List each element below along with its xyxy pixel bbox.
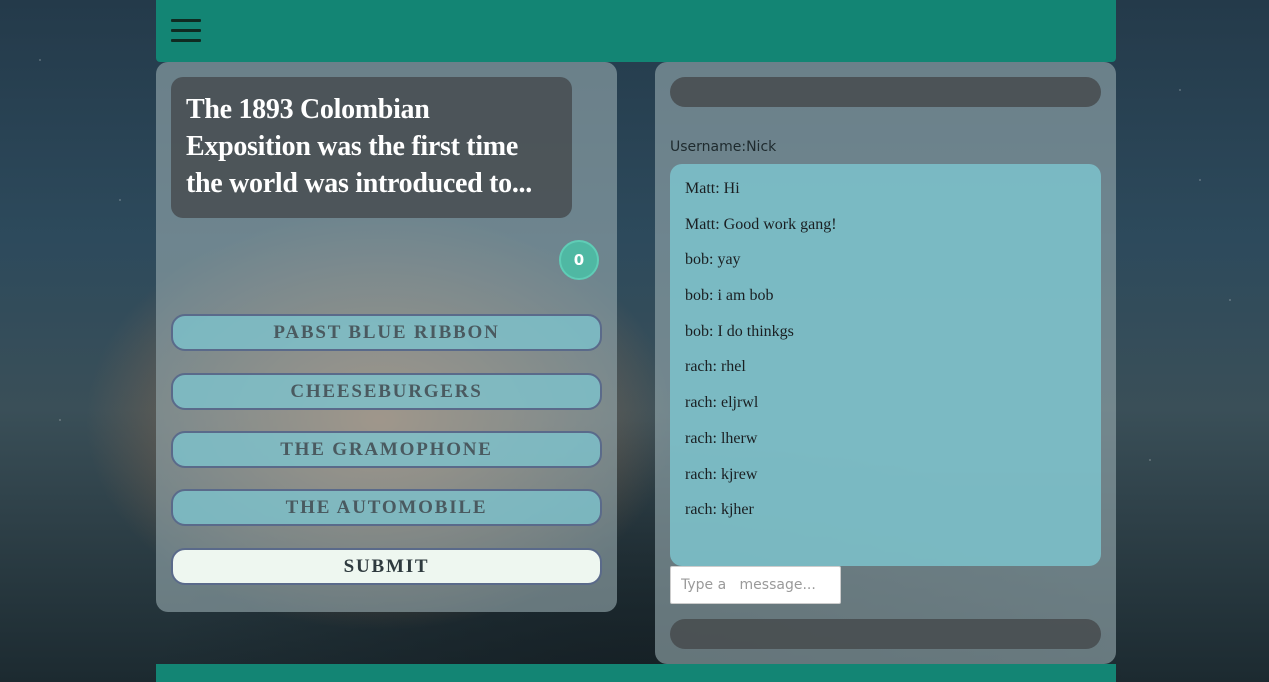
chat-message: rach: eljrwl — [685, 394, 759, 412]
top-navbar — [156, 0, 1116, 62]
chat-message: bob: I do thinkgs — [685, 322, 794, 340]
submit-button[interactable]: SUBMIT — [171, 548, 602, 585]
chat-message: rach: kjher — [685, 501, 754, 519]
answer-option-3[interactable]: The Gramophone — [171, 431, 602, 468]
username-label: Username:Nick — [670, 139, 777, 155]
question-text: The 1893 Colombian Exposition was the fi… — [171, 77, 572, 218]
answer-option-2[interactable]: Cheeseburgers — [171, 373, 602, 410]
chat-footer-bar — [670, 619, 1101, 649]
chat-message: bob: yay — [685, 251, 741, 269]
chat-message: rach: rhel — [685, 358, 746, 376]
chat-message-input[interactable] — [670, 566, 841, 604]
answer-option-1[interactable]: Pabst Blue Ribbon — [171, 314, 602, 351]
chat-message: Matt: Good work gang! — [685, 215, 837, 233]
hamburger-menu-icon[interactable] — [171, 19, 201, 43]
chat-message: rach: kjrew — [685, 465, 758, 483]
chat-panel: Username:Nick Matt: Hi Matt: Good work g… — [655, 62, 1116, 664]
quiz-panel: The 1893 Colombian Exposition was the fi… — [156, 62, 617, 612]
bottom-navbar — [156, 664, 1116, 682]
answer-option-4[interactable]: The Automobile — [171, 489, 602, 526]
timer-badge: 0 — [559, 240, 599, 280]
chat-message: rach: lherw — [685, 429, 758, 447]
chat-header-bar — [670, 77, 1101, 107]
chat-message: Matt: Hi — [685, 180, 740, 197]
chat-message: bob: i am bob — [685, 287, 774, 305]
chat-messages: Matt: Hi Matt: Good work gang! bob: yay … — [670, 164, 1101, 566]
